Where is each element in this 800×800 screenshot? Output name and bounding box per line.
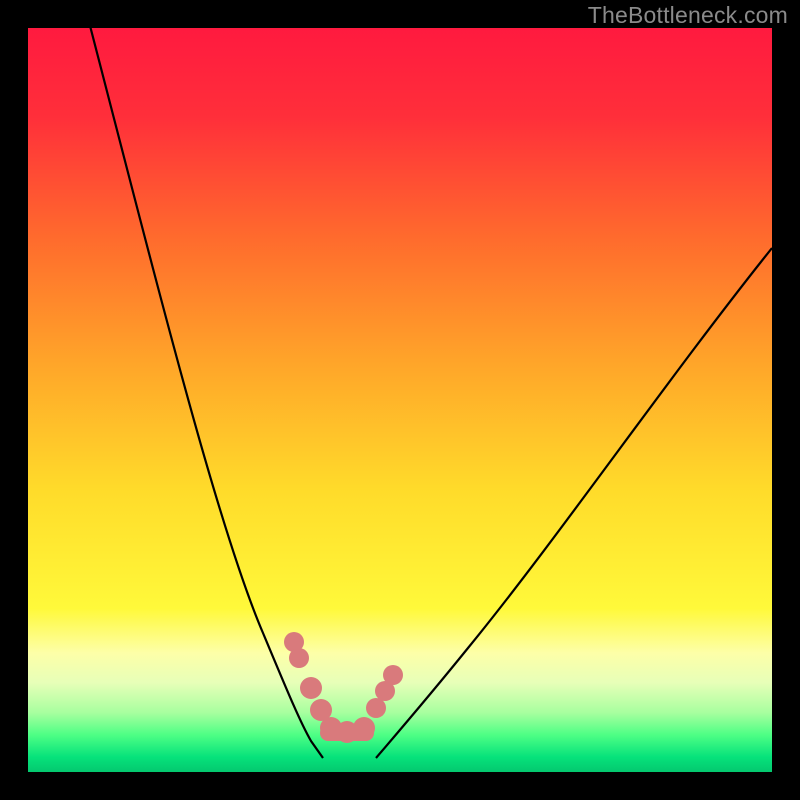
data-marker <box>289 648 309 668</box>
data-marker <box>383 665 403 685</box>
data-marker <box>366 698 386 718</box>
right-curve <box>376 248 772 758</box>
chart-frame: TheBottleneck.com <box>0 0 800 800</box>
data-marker <box>300 677 322 699</box>
curve-layer <box>28 28 772 772</box>
plot-area <box>28 28 772 772</box>
watermark-text: TheBottleneck.com <box>588 2 788 29</box>
trough-bar <box>320 725 374 741</box>
